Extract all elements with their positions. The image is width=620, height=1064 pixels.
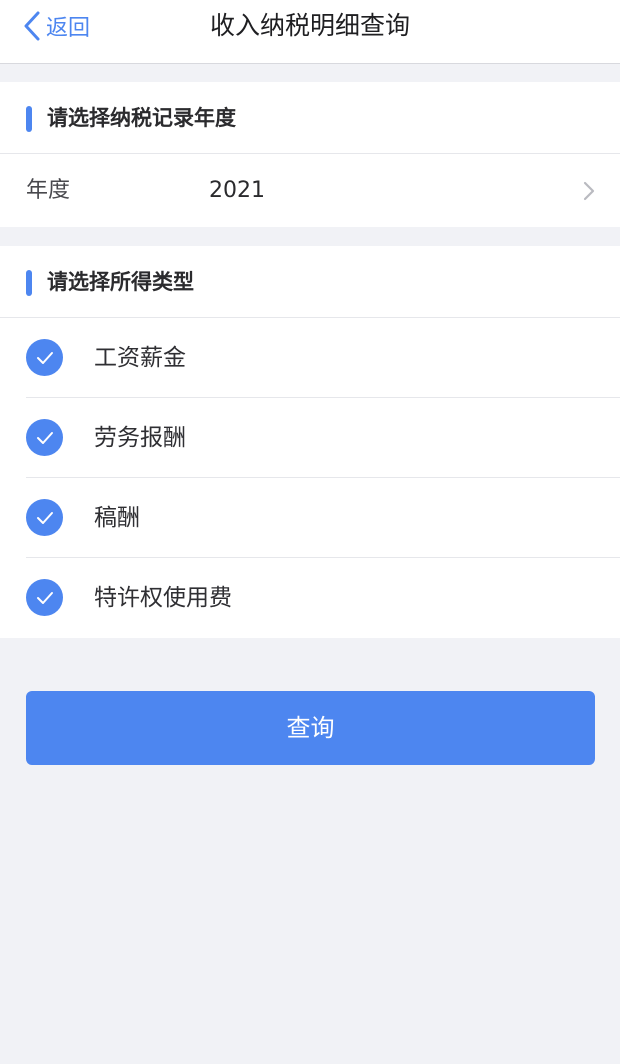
option-label: 特许权使用费 [94,585,232,611]
chevron-right-icon [583,181,595,201]
option-label: 稿酬 [94,505,140,531]
query-button[interactable]: 查询 [26,691,595,765]
year-section-title: 请选择纳税记录年度 [47,106,236,130]
type-section-title: 请选择所得类型 [47,270,194,294]
option-author-remuneration[interactable]: 稿酬 [26,478,620,558]
checkbox-checked-icon[interactable] [26,339,63,376]
section-accent-bar [26,270,32,296]
option-label: 劳务报酬 [94,425,186,451]
year-section-header: 请选择纳税记录年度 [0,82,620,154]
page-title: 收入纳税明细查询 [209,11,410,40]
income-type-card: 请选择所得类型 工资薪金 劳务报酬 稿酬 特许权使用费 [0,246,620,638]
checkbox-checked-icon[interactable] [26,579,63,616]
section-accent-bar [26,106,32,132]
year-label: 年度 [26,178,71,203]
year-value: 2021 [209,178,265,203]
nav-bar: 返回 收入纳税明细查询 [0,0,620,64]
option-royalties[interactable]: 特许权使用费 [26,558,620,638]
option-salary[interactable]: 工资薪金 [26,318,620,398]
checkbox-checked-icon[interactable] [26,419,63,456]
checkbox-checked-icon[interactable] [26,499,63,536]
type-section-header: 请选择所得类型 [0,246,620,318]
year-selector[interactable]: 年度 2021 [0,154,620,227]
year-card: 请选择纳税记录年度 年度 2021 [0,82,620,227]
option-labor-remuneration[interactable]: 劳务报酬 [26,398,620,478]
option-label: 工资薪金 [94,345,186,371]
